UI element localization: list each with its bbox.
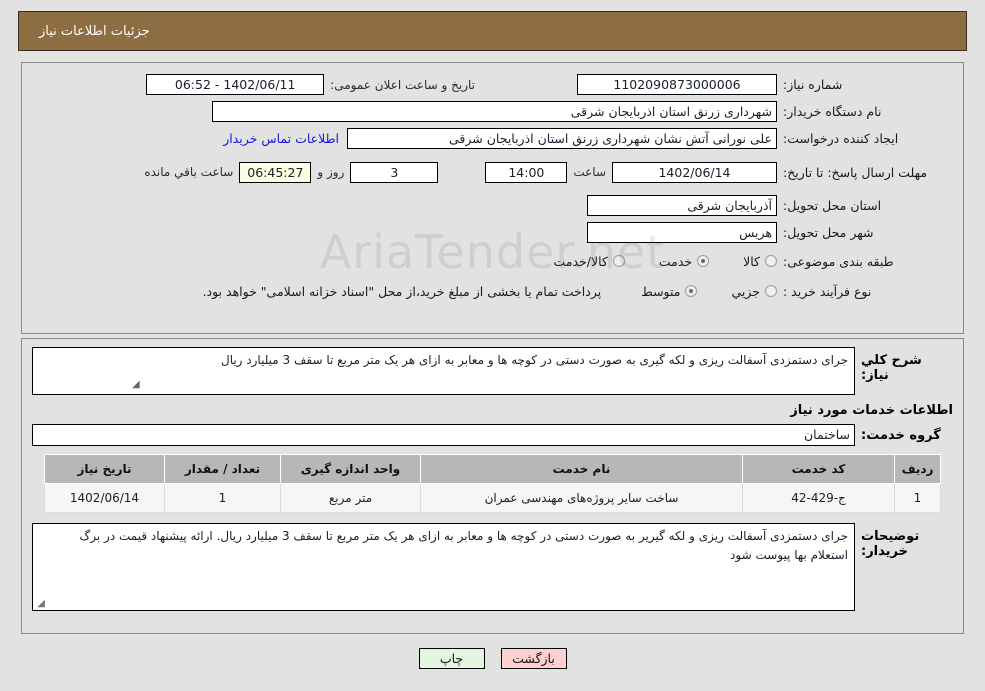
category-option-kala[interactable]: کالا	[743, 254, 777, 269]
row-process-type: نوع فرآیند خرید : جزیي متوسط پرداخت تمام…	[22, 276, 963, 306]
service-group-value: ساختمان	[32, 424, 855, 446]
radio-icon[interactable]	[765, 255, 777, 267]
cell-service-code: ج-429-42	[742, 483, 895, 513]
buyer-org-value: شهرداری زرنق استان اذربایجان شرقی	[212, 101, 777, 122]
deadline-hour-value: 14:00	[485, 161, 568, 183]
category-option-kala-khedmat[interactable]: کالا/خدمت	[553, 253, 625, 269]
resize-grip-icon: ◢	[132, 379, 140, 390]
radio-icon[interactable]	[612, 255, 625, 267]
requester-value: علی نورانی آتش نشان شهرداری زرنق استان ا…	[347, 128, 777, 149]
public-announce-value: 1402/06/11 - 06:52	[146, 74, 325, 95]
category-option-label: خدمت	[658, 253, 693, 269]
deadline-date-value: 1402/06/14	[612, 161, 777, 183]
need-details-panel: شرح کلي نیاز: جرای دستمزدی آسفالت ریزی و…	[21, 338, 964, 634]
table-header-row: ردیف کد خدمت نام خدمت واحد اندازه گیری ت…	[44, 454, 941, 484]
process-label: نوع فرآیند خرید :	[783, 283, 872, 299]
requester-label: ایجاد کننده درخواست:	[783, 131, 899, 146]
row-delivery-province: استان محل تحویل: آذربایجان شرقی	[22, 192, 963, 219]
buyer-notes-text: جرای دستمزدی آسفالت ریزی و لکه گیریر به …	[79, 529, 848, 562]
time-remaining-value: 06:45:27	[239, 161, 312, 183]
cell-service-name: ساخت سایر پروژه‌های مهندسی عمران	[420, 483, 743, 513]
buyer-org-label: نام دستگاه خریدار:	[783, 104, 882, 119]
buyer-notes-label: توضیحات خریدار:	[861, 529, 920, 559]
page-header-bar: جزئیات اطلاعات نیاز	[18, 11, 967, 51]
days-remaining-value: 3	[350, 161, 439, 183]
table-row: 1 ج-429-42 ساخت سایر پروژه‌های مهندسی عم…	[44, 483, 941, 513]
need-number-label: شماره نیاز:	[783, 77, 843, 92]
row-buyer-org: نام دستگاه خریدار: شهرداری زرنق استان اذ…	[22, 98, 963, 125]
footer-buttons: بازگشت چاپ	[0, 648, 985, 669]
print-button[interactable]: چاپ	[418, 648, 485, 669]
service-group-label: گروه خدمت:	[861, 427, 941, 443]
deadline-label: مهلت ارسال پاسخ: تا تاریخ:	[783, 164, 928, 180]
category-option-khedmat[interactable]: خدمت	[658, 253, 710, 269]
th-need-date: تاریخ نیاز	[44, 454, 165, 484]
th-service-code: کد خدمت	[742, 454, 895, 484]
category-radio-group: کالا خدمت کالا/خدمت	[519, 254, 777, 269]
general-desc-label: شرح کلي نیاز:	[861, 353, 922, 383]
row-category: طبقه بندی موضوعی: کالا خدمت کالا/خدمت	[22, 246, 963, 276]
th-unit: واحد اندازه گیری	[280, 454, 421, 484]
buyer-contact-link[interactable]: اطلاعات تماس خریدار	[215, 131, 347, 146]
radio-icon[interactable]	[697, 255, 710, 267]
payment-note: پرداخت تمام یا بخشی از مبلغ خرید،از محل …	[202, 283, 602, 299]
row-buyer-notes: توضیحات خریدار: جرای دستمزدی آسفالت ریزی…	[22, 513, 963, 611]
cell-quantity: 1	[164, 483, 281, 513]
row-service-group: گروه خدمت: ساختمان	[22, 422, 963, 452]
th-row-no: ردیف	[894, 454, 941, 484]
process-option-label: متوسط	[641, 283, 681, 299]
th-service-name: نام خدمت	[420, 454, 743, 484]
delivery-province-value: آذربایجان شرقی	[587, 195, 777, 216]
services-table: ردیف کد خدمت نام خدمت واحد اندازه گیری ت…	[44, 454, 941, 513]
row-requester: ایجاد کننده درخواست: علی نورانی آتش نشان…	[22, 125, 963, 152]
services-section-heading: اطلاعات خدمات مورد نیاز	[790, 403, 953, 418]
row-delivery-city: شهر محل تحویل: هریس	[22, 219, 963, 246]
page-title: جزئیات اطلاعات نیاز	[39, 23, 150, 39]
process-option-motavaset[interactable]: متوسط	[641, 283, 698, 299]
delivery-city-value: هریس	[587, 222, 777, 243]
days-and-label: روز و	[317, 165, 345, 179]
delivery-province-label: استان محل تحویل:	[783, 198, 882, 213]
row-need-number: شماره نیاز: 1102090873000006 تاریخ و ساع…	[22, 71, 963, 98]
process-radio-group: جزیي متوسط	[607, 284, 777, 299]
process-option-jozee[interactable]: جزیي	[731, 284, 777, 299]
general-desc-textarea[interactable]: جرای دستمزدی آسفالت ریزی و لکه گیری به ص…	[32, 347, 855, 395]
radio-icon[interactable]	[685, 285, 698, 297]
public-announce-label: تاریخ و ساعت اعلان عمومی:	[330, 77, 475, 92]
back-button[interactable]: بازگشت	[500, 648, 567, 669]
remaining-suffix-label: ساعت باقي مانده	[144, 165, 234, 179]
need-info-panel: شماره نیاز: 1102090873000006 تاریخ و ساع…	[21, 62, 964, 334]
process-option-label: جزیي	[731, 283, 760, 299]
category-option-label: کالا	[743, 253, 760, 269]
cell-unit: متر مربع	[280, 483, 421, 513]
category-option-label: کالا/خدمت	[553, 253, 608, 269]
deadline-hour-label: ساعت	[573, 165, 606, 179]
th-quantity: تعداد / مقدار	[164, 454, 281, 484]
category-label: طبقه بندی موضوعی:	[783, 253, 894, 269]
delivery-city-label: شهر محل تحویل:	[783, 225, 874, 240]
services-table-wrapper: ردیف کد خدمت نام خدمت واحد اندازه گیری ت…	[22, 452, 963, 513]
cell-need-date: 1402/06/14	[44, 483, 165, 513]
row-deadline: مهلت ارسال پاسخ: تا تاریخ: 1402/06/14 سا…	[22, 152, 963, 192]
cell-row-no: 1	[894, 483, 941, 513]
buyer-notes-textarea[interactable]: جرای دستمزدی آسفالت ریزی و لکه گیریر به …	[32, 523, 855, 611]
need-number-value: 1102090873000006	[577, 74, 777, 95]
radio-icon[interactable]	[765, 285, 777, 297]
row-general-description: شرح کلي نیاز: جرای دستمزدی آسفالت ریزی و…	[22, 339, 963, 395]
resize-grip-icon[interactable]: ◢	[35, 599, 45, 609]
